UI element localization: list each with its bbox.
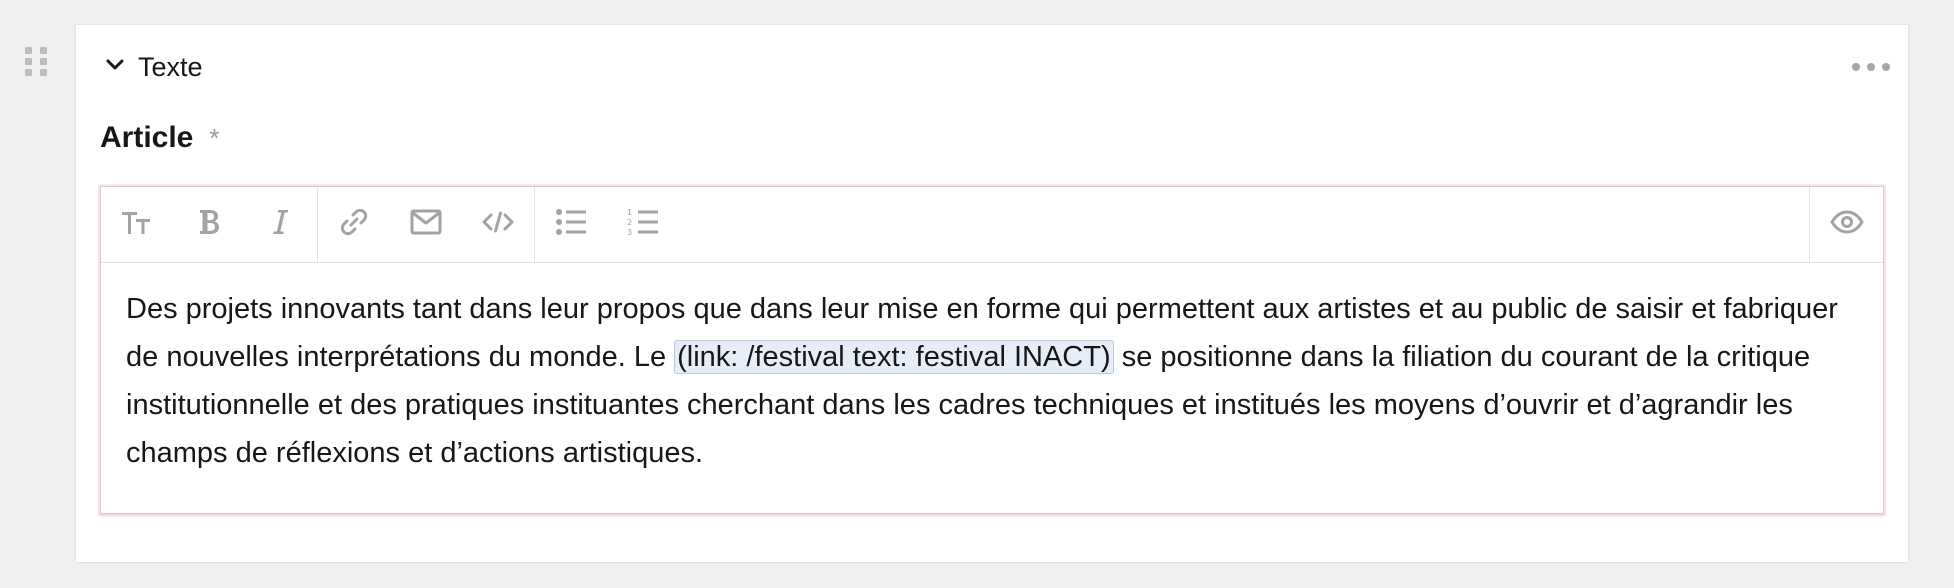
- dot: [1882, 63, 1890, 71]
- preview-button[interactable]: [1809, 187, 1883, 262]
- svg-text:2: 2: [627, 218, 632, 227]
- drag-dot: [25, 47, 32, 54]
- drag-dot: [40, 47, 47, 54]
- field-label: Article *: [100, 121, 220, 155]
- dot: [1867, 63, 1875, 71]
- link-button[interactable]: [318, 187, 390, 262]
- editor-content[interactable]: Des projets innovants tant dans leur pro…: [101, 263, 1883, 477]
- eye-icon: [1829, 204, 1865, 245]
- drag-dot: [40, 58, 47, 65]
- italic-icon: [263, 204, 299, 245]
- drag-dot: [25, 69, 32, 76]
- bold-button[interactable]: [173, 187, 245, 262]
- bullet-list-icon: [553, 204, 589, 245]
- headings-icon: [119, 204, 155, 245]
- headings-button[interactable]: [101, 187, 173, 262]
- ordered-list-icon: 1 2 3: [625, 204, 661, 245]
- field-label-text: Article: [100, 121, 194, 154]
- email-icon: [408, 204, 444, 245]
- code-button[interactable]: [462, 187, 534, 262]
- svg-text:3: 3: [627, 228, 632, 237]
- dot: [1852, 63, 1860, 71]
- bold-icon: [191, 204, 227, 245]
- italic-button[interactable]: [245, 187, 317, 262]
- ordered-list-button[interactable]: 1 2 3: [607, 187, 679, 262]
- block-toggle[interactable]: Texte: [104, 47, 203, 87]
- chevron-down-icon: [104, 54, 126, 81]
- text-block-panel: Texte Article * 1 2 3 Des projets innova…: [76, 25, 1908, 562]
- email-button[interactable]: [390, 187, 462, 262]
- toolbar-group-lists: 1 2 3: [535, 187, 679, 262]
- textarea-editor[interactable]: 1 2 3 Des projets innovants tant dans le…: [100, 186, 1884, 514]
- drag-dot: [40, 69, 47, 76]
- required-mark: *: [209, 122, 220, 153]
- drag-dot: [25, 58, 32, 65]
- svg-text:1: 1: [627, 208, 632, 217]
- code-icon: [480, 204, 516, 245]
- drag-handle[interactable]: [25, 47, 49, 81]
- editor-toolbar: 1 2 3: [101, 187, 1883, 263]
- kirbytag-highlight: (link: /festival text: festival INACT): [674, 340, 1114, 374]
- bullet-list-button[interactable]: [535, 187, 607, 262]
- link-icon: [336, 204, 372, 245]
- toolbar-group-insert: [318, 187, 535, 262]
- toolbar-group-format: [101, 187, 318, 262]
- options-button[interactable]: [1852, 55, 1890, 79]
- block-title: Texte: [138, 51, 203, 82]
